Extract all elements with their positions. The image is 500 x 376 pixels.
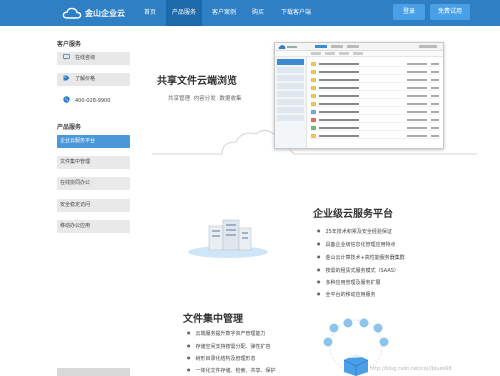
screenshot-titlebar [275,43,443,51]
enterprise-bullet: 具备企业级信息化管理应用特点 [317,241,396,248]
chat-icon [63,54,70,60]
enterprise-section-title: 企业级云服务平台 [313,209,393,220]
nav-item-products[interactable]: 产品服务 [166,0,202,26]
nav-item-buy[interactable]: 购买 [246,0,270,26]
customer-service-heading: 客户服务 [57,41,82,48]
nav-item-home[interactable]: 首页 [138,0,162,26]
top-nav: 金山企业云 首页 产品服务 客户案例 购买 下载客户端 登录 免费试用 [0,0,500,26]
product-screenshot [274,42,444,149]
phone-line: 400-028-9900 [57,95,130,108]
free-trial-button[interactable]: 免费试用 [430,4,470,20]
sidebar-item-collaboration[interactable]: 在线协同办公 [57,177,130,190]
file-bullet: 树形目录化结构及管理形态 [187,355,256,362]
phone-number: 400-028-9900 [75,98,111,104]
pricing-button[interactable]: 了解价格 [57,73,130,86]
hero-title: 共享文件云端浏览 [157,76,237,87]
enterprise-bullet: 按需的租赁式服务模式（SAAS） [317,267,399,274]
brand-name: 金山企业云 [85,8,125,18]
file-bullet: 存储空间支持按需分配、弹性扩容 [187,343,271,350]
nav-item-cases[interactable]: 客户案例 [206,0,242,26]
enterprise-bullet: 金山云计算技术+高性能服务器集群 [317,254,405,261]
nav-item-download[interactable]: 下载客户端 [276,0,316,26]
tag-icon [63,75,70,81]
sidebar-item-cloud-platform[interactable]: 企业云服务平台 [57,135,130,148]
phone-icon [63,96,70,103]
screenshot-sidebar [275,57,307,148]
enterprise-bullet: 多种应用管理及服务扩展 [317,279,381,286]
sidebar-footer-bar [57,368,130,376]
hero-subtitle: 共享管理 内容分发 数据收集 [168,96,242,102]
pricing-label: 了解价格 [75,76,96,82]
product-service-heading: 产品服务 [57,124,82,131]
sidebar-item-mobile-office[interactable]: 移动办公应用 [57,220,130,233]
enterprise-bullet: 全平台的移动应用服务 [317,291,376,298]
enterprise-bullet: 25年技术积累及安全经验保证 [317,228,392,235]
brand-logo[interactable]: 金山企业云 [62,3,125,23]
cloud-logo-icon [62,7,82,19]
online-consult-button[interactable]: 在线咨询 [57,52,130,65]
online-consult-label: 在线咨询 [75,55,96,61]
sidebar-item-secure-access[interactable]: 安全稳定访问 [57,199,130,212]
server-stack-illustration [188,219,268,258]
sidebar-item-file-management[interactable]: 文件集中管理 [57,156,130,169]
file-bullet: 一体化文件存储、检索、共享、保护 [187,367,276,374]
login-button[interactable]: 登录 [393,4,425,20]
file-bullet: 云端服务提升数字资产管理能力 [187,330,266,337]
screenshot-logo-icon [278,45,297,49]
file-management-title: 文件集中管理 [183,314,243,325]
watermark-text: http://blog.csdn.net/co///blues68 [370,366,452,372]
